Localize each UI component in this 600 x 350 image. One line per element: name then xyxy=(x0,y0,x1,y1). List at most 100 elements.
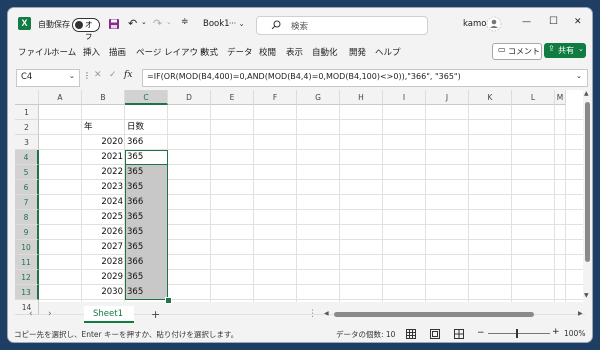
row-header-4[interactable]: 4 xyxy=(15,150,39,165)
cell-c7[interactable]: 366 xyxy=(125,195,168,210)
close-button[interactable]: ✕ xyxy=(574,17,582,27)
zoom-in-icon[interactable]: + xyxy=(552,327,560,337)
row-header-7[interactable]: 7 xyxy=(15,195,39,210)
cell-b8[interactable]: 2025 xyxy=(82,210,125,225)
autosave-toggle[interactable]: オフ xyxy=(72,18,100,41)
enter-icon[interactable]: ✓ xyxy=(109,70,117,80)
formula-input[interactable]: =IF(OR(MOD(B4,400)=0,AND(MOD(B4,4)=0,MOD… xyxy=(142,69,588,87)
column-header-g[interactable]: G xyxy=(297,90,340,105)
cell-c3[interactable]: 366 xyxy=(125,135,168,150)
menu-file[interactable]: ファイル xyxy=(18,46,52,58)
row-header-8[interactable]: 8 xyxy=(15,210,39,225)
scroll-down-icon[interactable]: ▼ xyxy=(584,292,589,299)
menu-developer[interactable]: 開発 xyxy=(349,46,366,58)
column-header-h[interactable]: H xyxy=(340,90,383,105)
user-name[interactable]: kamo xyxy=(463,19,486,29)
scroll-up-icon[interactable]: ▲ xyxy=(584,90,589,97)
menu-draw[interactable]: 描画 xyxy=(109,46,126,58)
column-header-a[interactable]: A xyxy=(39,90,82,105)
share-button[interactable]: ⇪ 共有 ⌄ xyxy=(544,43,586,58)
zoom-slider[interactable] xyxy=(488,333,550,334)
cell-b13[interactable]: 2030 xyxy=(82,285,125,300)
row-header-5[interactable]: 5 xyxy=(15,165,39,180)
row-header-6[interactable]: 6 xyxy=(15,180,39,195)
page-layout-view-icon[interactable] xyxy=(430,329,440,339)
column-header-j[interactable]: J xyxy=(426,90,469,105)
select-all-corner[interactable] xyxy=(15,90,39,105)
tab-sheet1[interactable]: Sheet1 xyxy=(84,306,134,323)
cell-c11[interactable]: 366 xyxy=(125,255,168,270)
cell-c10[interactable]: 365 xyxy=(125,240,168,255)
redo-icon[interactable]: ↷ xyxy=(153,17,162,30)
horizontal-scroll-thumb[interactable] xyxy=(334,312,534,317)
column-header-e[interactable]: E xyxy=(211,90,254,105)
column-header-i[interactable]: I xyxy=(383,90,426,105)
cell-c9[interactable]: 365 xyxy=(125,225,168,240)
column-header-d[interactable]: D xyxy=(168,90,211,105)
row-header-12[interactable]: 12 xyxy=(15,270,39,285)
zoom-slider-thumb[interactable] xyxy=(516,329,518,338)
book-menu-icon[interactable]: ··· ⌄ xyxy=(229,19,245,28)
insert-function-icon[interactable]: fx xyxy=(124,70,132,80)
column-header-c[interactable]: C xyxy=(125,90,168,105)
menu-formulas[interactable]: 数式 xyxy=(201,46,218,58)
cell-b6[interactable]: 2023 xyxy=(82,180,125,195)
worksheet-grid[interactable]: ABCDEFGHIJKLM 1 2 3 4 5 6 7 8 9 10 11 12 13 14 年日数 202… xyxy=(15,90,585,315)
expand-formula-icon[interactable]: ⌄ xyxy=(576,72,582,80)
column-header-l[interactable]: L xyxy=(512,90,555,105)
menu-data[interactable]: データ xyxy=(227,46,253,58)
column-header-m[interactable]: M xyxy=(555,90,566,105)
cell-c5[interactable]: 365 xyxy=(125,165,168,180)
cell-b11[interactable]: 2028 xyxy=(82,255,125,270)
menu-review[interactable]: 校閲 xyxy=(259,46,276,58)
minimize-button[interactable]: — xyxy=(522,17,531,27)
cell-c13[interactable]: 365 xyxy=(125,285,168,300)
cell-c6[interactable]: 365 xyxy=(125,180,168,195)
row-header-3[interactable]: 3 xyxy=(15,135,39,150)
vertical-scrollbar[interactable]: ▲ ▼ xyxy=(583,90,592,302)
column-header-f[interactable]: F xyxy=(254,90,297,105)
scroll-right-icon[interactable]: ▶ xyxy=(578,310,583,317)
cell-b7[interactable]: 2024 xyxy=(82,195,125,210)
row-header-13[interactable]: 13 xyxy=(15,285,39,300)
search-box[interactable]: 検索 xyxy=(256,16,428,35)
scroll-left-icon[interactable]: ◀ xyxy=(324,310,329,317)
cell-b10[interactable]: 2027 xyxy=(82,240,125,255)
column-header-k[interactable]: K xyxy=(469,90,512,105)
prev-sheet-icon[interactable]: ‹ xyxy=(29,309,33,319)
menu-page-layout[interactable]: ページ レイアウト xyxy=(136,46,207,58)
horizontal-scrollbar[interactable]: ◀ ▶ xyxy=(324,309,586,320)
cell-b2[interactable]: 年 xyxy=(82,120,125,135)
undo-icon[interactable]: ↶ xyxy=(128,17,137,30)
save-icon[interactable] xyxy=(108,18,120,30)
name-box-dropdown-icon[interactable]: ⌄ xyxy=(69,72,75,80)
cell-c8[interactable]: 365 xyxy=(125,210,168,225)
comment-button[interactable]: ▭ コメント xyxy=(492,43,542,60)
column-header-b[interactable]: B xyxy=(82,90,125,105)
cell-b4[interactable]: 2021 xyxy=(82,150,125,165)
row-header-1[interactable]: 1 xyxy=(15,105,39,120)
book-name[interactable]: Book1 xyxy=(203,19,230,29)
zoom-out-icon[interactable]: − xyxy=(477,328,485,338)
name-box[interactable]: C4 ⌄ xyxy=(16,69,80,87)
tab-splitter-icon[interactable]: ⋮ xyxy=(308,309,317,319)
menu-help[interactable]: ヘルプ xyxy=(375,46,401,58)
cell-c2[interactable]: 日数 xyxy=(125,120,168,135)
menu-home[interactable]: ホーム xyxy=(51,46,76,58)
zoom-level[interactable]: 100% xyxy=(564,329,585,338)
add-sheet-button[interactable]: + xyxy=(151,308,160,321)
row-header-2[interactable]: 2 xyxy=(15,120,39,135)
customize-qat-icon[interactable]: ≑ xyxy=(181,17,189,27)
row-header-10[interactable]: 10 xyxy=(15,240,39,255)
user-avatar-icon[interactable] xyxy=(486,16,502,32)
menu-view[interactable]: 表示 xyxy=(286,46,303,58)
vertical-scroll-thumb[interactable] xyxy=(585,102,590,262)
cell-b9[interactable]: 2026 xyxy=(82,225,125,240)
undo-dropdown-icon[interactable]: ⌄ xyxy=(141,18,147,26)
more-options-icon[interactable]: ⋮ xyxy=(83,71,91,80)
next-sheet-icon[interactable]: › xyxy=(48,309,52,319)
cell-b12[interactable]: 2029 xyxy=(82,270,125,285)
cell-c12[interactable]: 365 xyxy=(125,270,168,285)
row-header-9[interactable]: 9 xyxy=(15,225,39,240)
cell-c4[interactable]: 365 xyxy=(125,150,168,165)
